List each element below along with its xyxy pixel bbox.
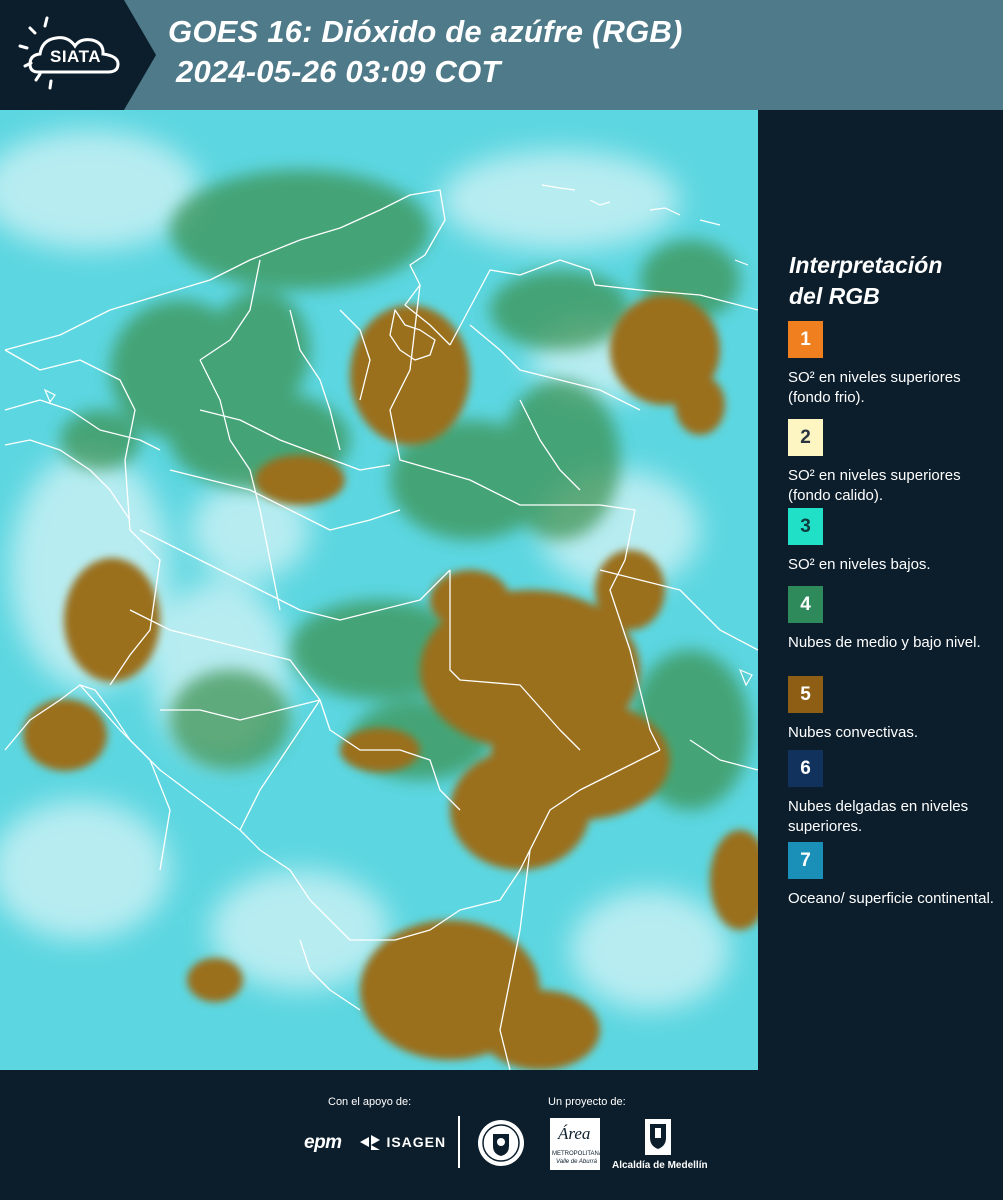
legend-label: SO² en niveles superiores (fondo frio). xyxy=(788,369,961,406)
area-logo-sub1: METROPOLITANA xyxy=(552,1151,603,1157)
legend-item: 3 SO² en niveles bajos. xyxy=(788,508,998,575)
legend-title: Interpretación del RGB xyxy=(789,250,994,312)
legend-swatch: 4 xyxy=(788,586,823,623)
page-title: GOES 16: Dióxido de azúfre (RGB) xyxy=(168,14,683,49)
legend-swatch: 3 xyxy=(788,508,823,545)
legend-swatch: 1 xyxy=(788,321,823,358)
legend-swatch: 5 xyxy=(788,676,823,713)
legend-swatch: 6 xyxy=(788,750,823,787)
support-label: Con el apoyo de: xyxy=(328,1096,412,1108)
footer-bar: Con el apoyo de: Un proyecto de: epm ISA… xyxy=(0,1070,1003,1200)
legend-item: 5 Nubes convectivas. xyxy=(788,676,998,743)
project-label: Un proyecto de: xyxy=(548,1096,626,1108)
legend-label: Nubes convectivas. xyxy=(788,724,919,741)
legend-item: 2 SO² en niveles superiores (fondo calido… xyxy=(788,419,998,506)
legend-label: Oceano/ superficie continental. xyxy=(788,890,994,907)
legend-label: SO² en niveles bajos. xyxy=(788,556,931,573)
legend-title-line2: del RGB xyxy=(789,283,880,309)
epm-logo: epm xyxy=(304,1132,342,1154)
legend-item: 1 SO² en niveles superiores (fondo frio). xyxy=(788,321,998,408)
isagen-mark-icon xyxy=(360,1135,380,1150)
alcaldia-logo: Alcaldía de Medellín xyxy=(610,1118,710,1178)
legend-swatch: 2 xyxy=(788,419,823,456)
legend-item: 7 Oceano/ superficie continental. xyxy=(788,842,998,909)
epm-logo-text: epm xyxy=(304,1132,342,1153)
area-metropolitana-logo: Área METROPOLITANA Valle de Aburrá xyxy=(550,1118,603,1170)
legend-label: SO² en niveles superiores (fondo calido)… xyxy=(788,467,961,504)
isagen-logo: ISAGEN xyxy=(360,1133,446,1151)
legend-title-line1: Interpretación xyxy=(789,252,943,278)
area-logo-name: Área xyxy=(558,1124,591,1143)
legend-item: 4 Nubes de medio y bajo nivel. xyxy=(788,586,998,653)
legend-item: 6 Nubes delgadas en niveles superiores. xyxy=(788,750,998,837)
legend-swatch: 7 xyxy=(788,842,823,879)
legend-label: Nubes de medio y bajo nivel. xyxy=(788,634,981,651)
isagen-logo-text: ISAGEN xyxy=(386,1134,447,1150)
legend-panel: Interpretación del RGB 1 SO² en niveles s… xyxy=(758,110,1003,1070)
medellin-seal-logo xyxy=(476,1118,526,1173)
satellite-map xyxy=(0,110,758,1070)
timestamp-title: 2024-05-26 03:09 COT xyxy=(176,54,501,89)
siata-logo-text: SIATA xyxy=(50,47,101,66)
alcaldia-shield-icon xyxy=(645,1119,671,1155)
siata-logo: SIATA xyxy=(0,0,160,110)
legend-label: Nubes delgadas en niveles superiores. xyxy=(788,798,969,835)
alcaldia-logo-text: Alcaldía de Medellín xyxy=(612,1160,708,1171)
footer-separator xyxy=(458,1116,460,1168)
header-bar: SIATA GOES 16: Dióxido de azúfre (RGB) 2… xyxy=(0,0,1003,110)
area-logo-sub2: Valle de Aburrá xyxy=(556,1159,597,1165)
